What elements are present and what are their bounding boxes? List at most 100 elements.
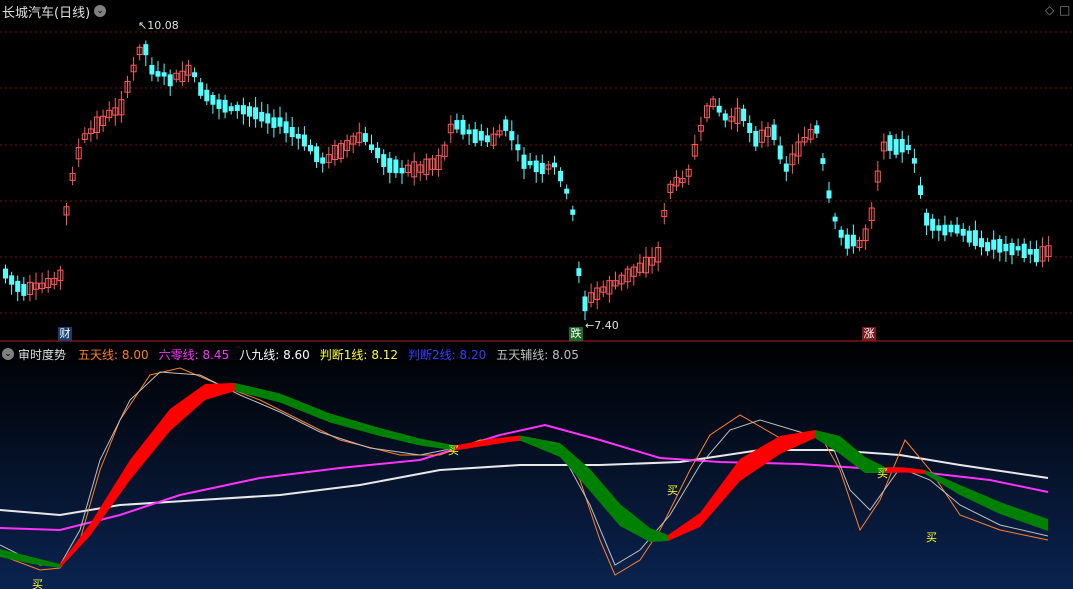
chevron-down-icon[interactable]: ⌄ [94,5,107,17]
candle-body [314,146,320,162]
finance-event-marker[interactable]: 财 [58,327,72,341]
candle-body [228,106,234,112]
indicator-legend: ⌄ 审时度势 五天线: 8.00 六零线: 8.45 八九线: 8.60 判断1… [0,345,579,363]
candle-body [1015,246,1021,251]
legend-item-liuling: 六零线: 8.45 [158,347,230,362]
candle-body [222,99,228,113]
candle-body [533,160,539,173]
candle-body [198,82,204,96]
candle-body [838,229,844,238]
fall-event-marker[interactable]: 跌 [569,327,583,341]
rise-event-marker[interactable]: 涨 [862,327,876,341]
candle-body [539,162,545,175]
diamond-icon[interactable]: ◇ [1045,3,1054,17]
chart-title-bar: 长城汽车(日线) ⌄ [0,0,107,22]
low-price-annotation: ←7.40 [585,319,619,332]
candle-body [814,125,820,134]
candle-body [985,242,991,252]
candle-body [308,144,313,152]
candle-body [161,72,167,77]
legend-item-panduan1: 判断1线: 8.12 [319,347,399,362]
candle-body [472,129,478,144]
chart-title: 长城汽车(日线) [2,5,91,21]
candle-body [460,119,466,135]
candle-body [167,74,173,87]
candle-body [899,138,905,153]
legend-item-wutian-fu: 五天辅线: 8.05 [496,347,579,362]
arrow-left-icon: ← [585,319,595,332]
candle-body [527,160,533,166]
candle-body [478,131,484,141]
candle-body [234,104,240,112]
candle-body [515,144,521,151]
candle-body [454,120,460,130]
candle-body [509,131,515,141]
candle-body [747,123,753,134]
arrow-up-left-icon: ↖ [138,19,148,32]
candle-body [570,209,576,215]
candle-body [1009,243,1015,256]
candle-body [259,111,265,122]
candle-body [893,139,899,155]
chart-canvas [0,31,1073,589]
candle-body [9,275,15,285]
candle-body [972,230,978,246]
candle-body [149,64,155,75]
candle-body [399,167,405,174]
candle-body [143,44,149,56]
high-price-annotation: ↖10.08 [138,19,179,32]
square-icon[interactable]: □ [1059,3,1070,17]
candle-body [905,144,911,151]
candle-body [320,157,326,164]
candle-body [204,89,210,102]
candle-body [930,218,936,231]
candle-body [924,212,930,226]
candle-body [552,162,557,168]
candle-body [155,71,161,77]
indicator-name: 审时度势 [18,347,67,362]
candle-body [826,190,832,199]
candle-body [216,99,222,109]
candle-body [3,268,8,279]
candle-body [21,283,27,296]
candle-body [911,158,917,164]
candle-body [722,113,728,121]
candle-body [192,72,198,78]
candle-body [247,106,252,117]
candle-body [564,188,570,194]
candle-body [783,163,789,172]
candle-body [954,224,960,234]
candle-body [271,117,277,128]
candle-body [295,134,301,139]
candle-body [741,108,747,122]
chevron-down-icon[interactable]: ⌄ [2,348,14,360]
candle-body [850,234,856,247]
candlestick-series [3,40,1052,321]
candle-body [844,234,850,249]
candle-body [832,216,838,222]
candle-body [521,154,527,169]
candle-body [979,238,984,248]
buy-signal-label: 买 [877,467,888,480]
candle-body [942,224,948,236]
legend-item-wutian: 五天线: 8.00 [78,347,149,362]
buy-signal-label: 买 [926,531,937,544]
legend-item-bajiu: 八九线: 8.60 [239,347,310,362]
candle-body [369,144,374,150]
candle-body [991,239,997,250]
buy-signal-label: 买 [32,578,43,589]
candle-body [918,185,923,195]
candle-body [210,94,216,105]
candle-body [387,158,393,173]
candle-body [277,117,283,127]
candle-body [582,296,588,312]
buy-signal-label: 买 [448,444,459,457]
candle-body [936,225,942,231]
stock-chart-window: 长城汽车(日线) ⌄ ◇ □ ↖10.08 ←7.40 财 跌 涨 ⌄ 审时度势… [0,0,1073,589]
candle-body [1033,248,1039,263]
candle-body [466,129,472,135]
candle-body [887,135,893,151]
candle-body [253,107,259,120]
candle-body [1021,243,1027,259]
candle-body [301,134,307,147]
